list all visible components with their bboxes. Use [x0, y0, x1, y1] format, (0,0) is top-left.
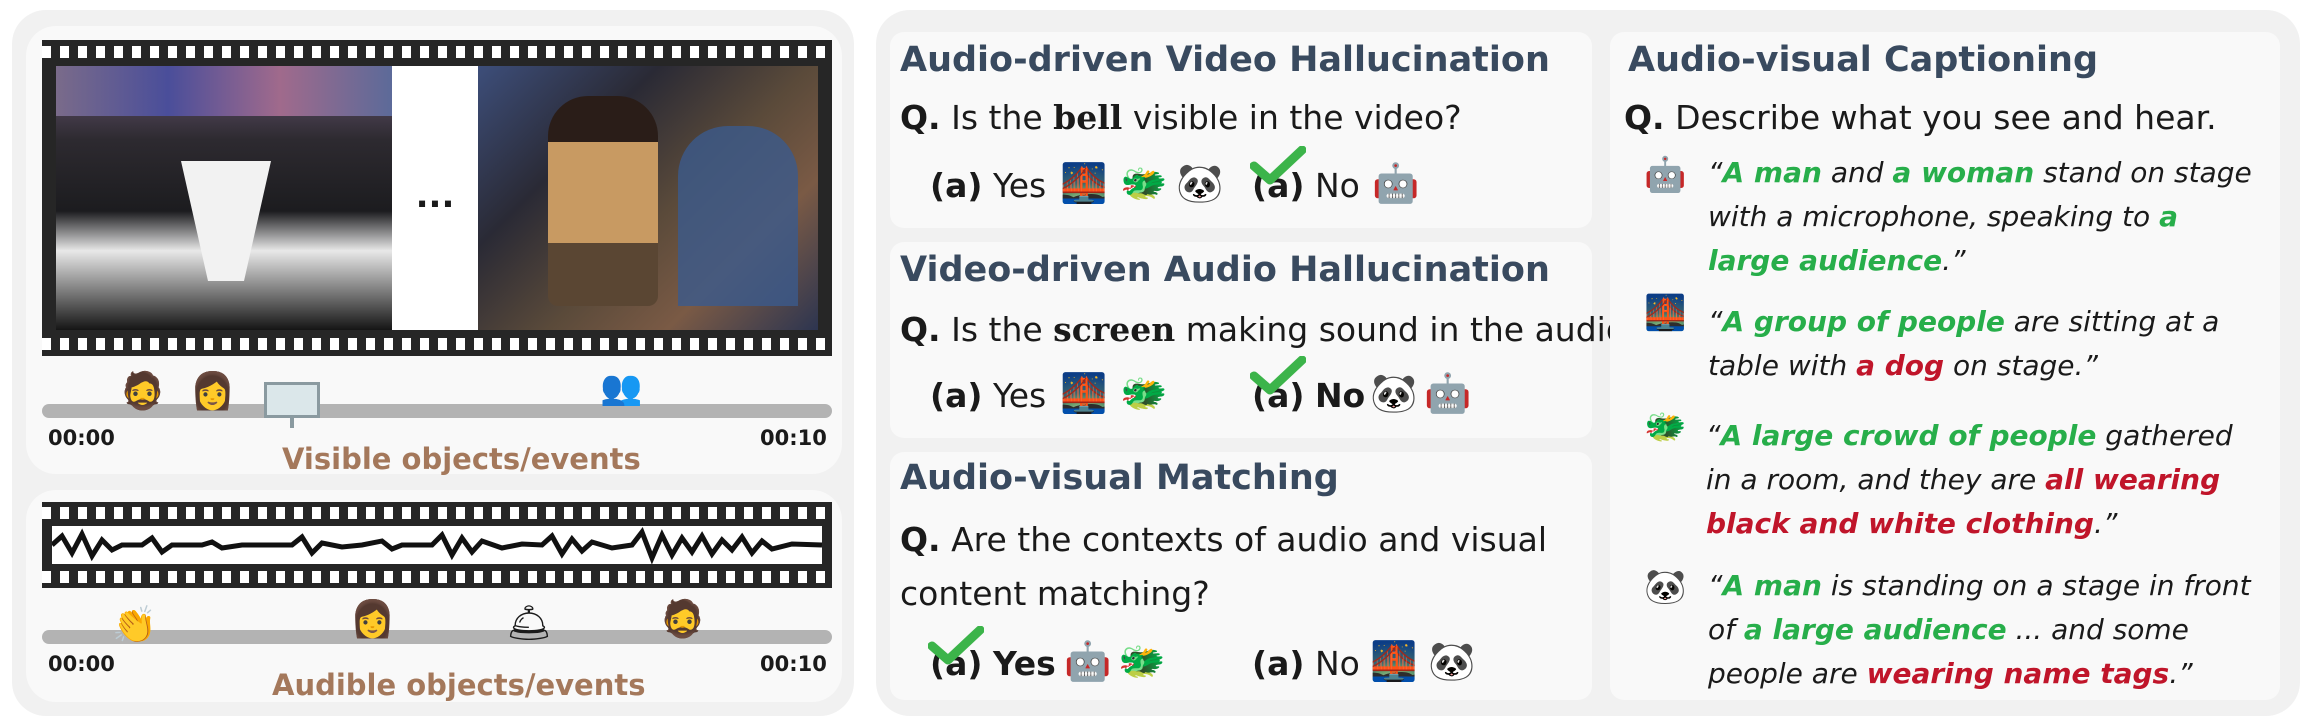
- q-key: screen: [1053, 310, 1176, 349]
- vdah-option-yes: (a) Yes: [930, 376, 1047, 415]
- model-dragon-icon: 🐲: [1120, 161, 1168, 205]
- model-dragon-icon: 🐲: [1644, 407, 1687, 447]
- vdah-title: Video-driven Audio Hallucination: [900, 250, 1550, 290]
- q-prefix: Q.: [900, 98, 941, 137]
- model-robot-icon: 🤖: [1064, 639, 1112, 683]
- video-filmstrip: ...: [42, 40, 832, 356]
- avm-title: Audio-visual Matching: [900, 458, 1339, 498]
- person-woman-icon: 👩: [350, 599, 395, 640]
- avm-question-line1: Q. Are the contexts of audio and visual: [900, 520, 1547, 559]
- model-dragon-icon: 🐲: [1118, 639, 1166, 683]
- captioning-title: Audio-visual Captioning: [1628, 40, 2099, 80]
- q-text: Describe what you see and hear.: [1675, 98, 2217, 137]
- audio-time-start: 00:00: [48, 652, 115, 676]
- ellipsis-text: ...: [415, 176, 455, 216]
- model-panda-icon: 🐼: [1644, 567, 1687, 607]
- checkmark-icon: [1250, 146, 1306, 185]
- q-prefix: Q.: [900, 310, 941, 349]
- model-robot-icon: 🤖: [1644, 155, 1687, 195]
- avm-question-line2: content matching?: [900, 574, 1210, 613]
- model-bridge-icon: 🌉: [1370, 639, 1418, 683]
- q-after: making sound in the audio?: [1185, 310, 1644, 349]
- model-bridge-icon: 🌉: [1644, 293, 1687, 333]
- q-line1: Are the contexts of audio and visual: [951, 520, 1548, 559]
- video-frame-1: [56, 66, 392, 330]
- model-panda-icon: 🐼: [1370, 371, 1418, 415]
- avvh-option-yes: (a) Yes: [930, 166, 1047, 205]
- q-after: visible in the video?: [1132, 98, 1462, 137]
- q-prefix: Q.: [900, 520, 941, 559]
- vdah-question: Q. Is the screen making sound in the aud…: [900, 310, 1644, 349]
- checkmark-icon: [1250, 356, 1306, 395]
- visual-time-start: 00:00: [48, 426, 115, 450]
- caption-panda: “A man is standing on a stage in front o…: [1708, 569, 2251, 690]
- bell-icon: 🛎: [506, 603, 552, 644]
- audio-caption: Audible objects/events: [272, 668, 646, 702]
- audio-timeline-bar: [42, 630, 832, 644]
- video-frame-2: [478, 66, 818, 330]
- captioning-question: Q. Describe what you see and hear.: [1624, 98, 2217, 137]
- checkmark-icon: [928, 626, 984, 665]
- model-bridge-icon: 🌉: [1060, 161, 1108, 205]
- model-robot-icon: 🤖: [1424, 371, 1472, 415]
- clapping-hands-icon: 👏: [112, 605, 157, 646]
- audio-filmstrip: [42, 502, 832, 588]
- audio-time-end: 00:10: [760, 652, 827, 676]
- person-bearded-icon: 🧔: [120, 371, 165, 412]
- visual-caption: Visible objects/events: [282, 442, 641, 476]
- person-bearded-icon: 🧔: [660, 599, 705, 640]
- q-prefix: Q.: [1624, 98, 1665, 137]
- model-panda-icon: 🐼: [1428, 639, 1476, 683]
- visual-time-end: 00:10: [760, 426, 827, 450]
- projector-screen-icon: [264, 378, 320, 428]
- caption-dragon: “A large crowd of people gathered in a r…: [1706, 419, 2233, 540]
- person-woman-icon: 👩: [190, 371, 235, 412]
- avvh-question: Q. Is the bell visible in the video?: [900, 98, 1462, 137]
- caption-robot: “A man and a woman stand on stage with a…: [1708, 156, 2252, 277]
- q-key: bell: [1053, 98, 1123, 137]
- model-dragon-icon: 🐲: [1120, 371, 1168, 415]
- video-frame-gap: ...: [392, 66, 478, 330]
- avm-option-no: (a) No: [1252, 644, 1360, 683]
- model-panda-icon: 🐼: [1176, 161, 1224, 205]
- caption-bridge: “A group of people are sitting at a tabl…: [1708, 305, 2220, 382]
- crowd-icon: 👥: [600, 368, 643, 408]
- model-bridge-icon: 🌉: [1060, 371, 1108, 415]
- model-robot-icon: 🤖: [1372, 161, 1420, 205]
- q-before: Is the: [951, 310, 1043, 349]
- audio-waveform: [52, 526, 822, 564]
- q-before: Is the: [951, 98, 1043, 137]
- avvh-title: Audio-driven Video Hallucination: [900, 40, 1550, 80]
